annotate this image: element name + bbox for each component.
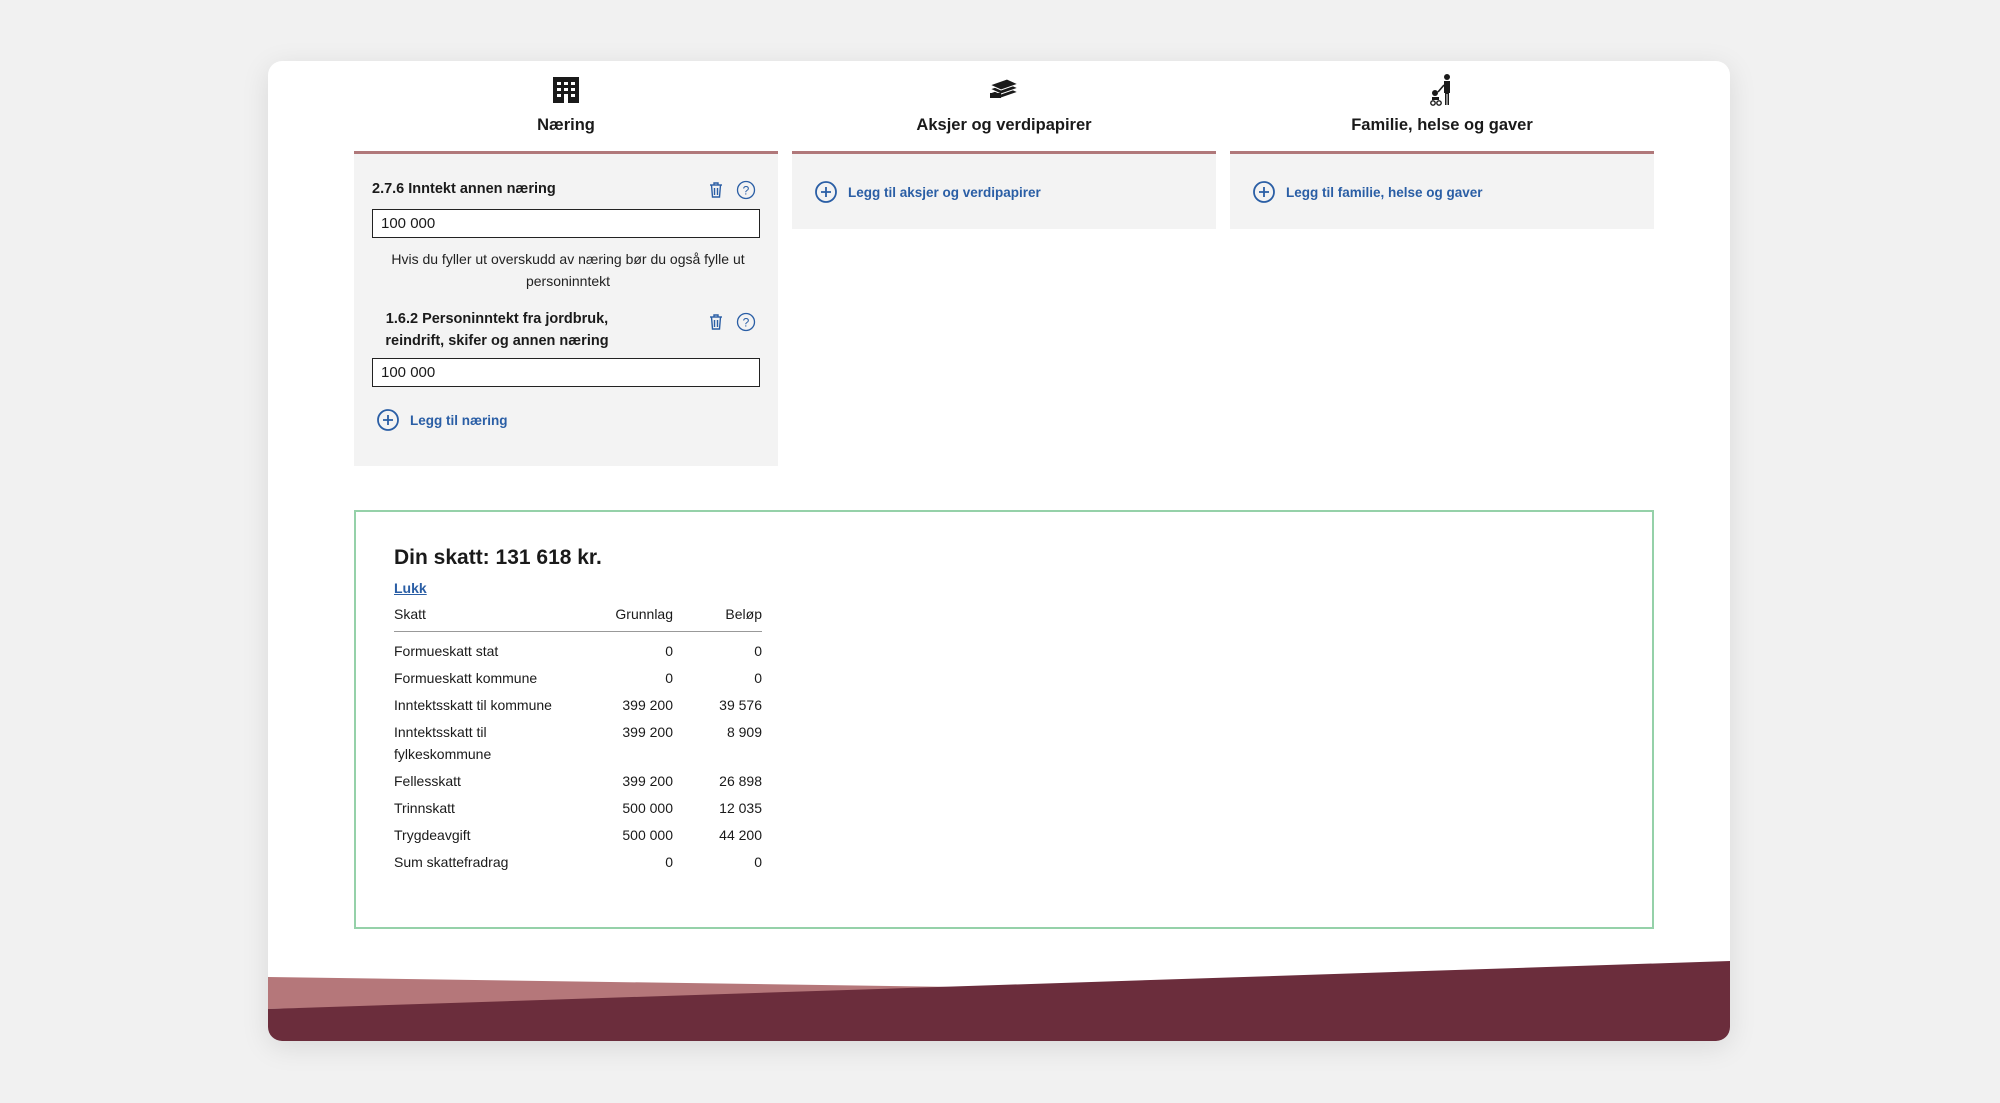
table-row: Fellesskatt 399 200 26 898 [394, 766, 762, 793]
building-icon [549, 73, 583, 107]
category-familie: Familie, helse og gaver Legg til familie… [1230, 61, 1654, 231]
tax-name: Inntektsskatt til fylkeskommune [394, 723, 492, 762]
app-card: Næring 2.7.6 Inntekt annen næring ? Hvis… [268, 61, 1730, 1041]
table-row: Formueskatt stat 0 0 [394, 631, 762, 663]
tax-base: 0 [665, 853, 673, 870]
tax-name: Sum skattefradrag [394, 853, 509, 870]
footer-decoration [268, 961, 1730, 1041]
add-label: Legg til aksjer og verdipapirer [848, 184, 1041, 200]
tax-name: Formueskatt stat [394, 642, 499, 659]
tax-base: 500 000 [622, 799, 673, 816]
aksjer-panel: Legg til aksjer og verdipapirer [792, 151, 1216, 229]
column-header-belop: Beløp [673, 604, 762, 632]
familie-panel: Legg til familie, helse og gaver [1230, 151, 1654, 229]
column-header-skatt: Skatt [394, 604, 584, 632]
plus-circle-icon [815, 181, 837, 203]
table-header-row: Skatt Grunnlag Beløp [394, 604, 762, 632]
field-label: 1.6.2 Personinntekt fra jordbruk, reindr… [385, 311, 609, 349]
table-row: Formueskatt kommune 0 0 [394, 663, 762, 690]
trash-icon[interactable] [706, 312, 726, 332]
tax-base: 399 200 [622, 772, 673, 789]
tax-base: 0 [665, 669, 673, 686]
help-icon[interactable]: ? [736, 312, 756, 332]
category-title: Aksjer og verdipapirer [916, 116, 1092, 134]
trash-icon[interactable] [706, 180, 726, 200]
category-title: Familie, helse og gaver [1351, 116, 1533, 134]
svg-text:?: ? [743, 184, 750, 198]
table-row: Trinnskatt 500 000 12 035 [394, 793, 762, 820]
tax-base: 399 200 [622, 696, 673, 713]
tax-amount: 26 898 [719, 772, 762, 789]
help-icon[interactable]: ? [736, 180, 756, 200]
add-familie-button[interactable]: Legg til familie, helse og gaver [1252, 180, 1483, 204]
family-icon [1425, 73, 1459, 107]
close-link[interactable]: Lukk [394, 580, 427, 596]
tax-amount: 0 [754, 853, 762, 870]
column-header-grunnlag: Grunnlag [584, 604, 673, 632]
field-actions: ? [706, 180, 756, 200]
table-row: Sum skattefradrag 0 0 [394, 847, 762, 874]
tax-name: Trinnskatt [394, 799, 455, 816]
field-label: 2.7.6 Inntekt annen næring [372, 181, 556, 197]
add-label: Legg til næring [410, 412, 508, 428]
field-actions: ? [706, 312, 756, 332]
tax-base: 399 200 [622, 723, 673, 740]
income-field[interactable] [372, 209, 760, 238]
personal-income-field[interactable] [372, 358, 760, 387]
category-aksjer: Aksjer og verdipapirer Legg til aksjer o… [792, 61, 1216, 231]
tax-amount: 8 909 [726, 723, 762, 740]
add-aksjer-button[interactable]: Legg til aksjer og verdipapirer [814, 180, 1041, 204]
tax-name: Inntektsskatt til kommune [394, 696, 552, 713]
help-text: Hvis du fyller ut overskudd av næring bø… [391, 251, 745, 289]
table-row: Inntektsskatt til fylkeskommune 399 200 … [394, 717, 762, 766]
tax-total-title: Din skatt: 131 618 kr. [394, 546, 602, 569]
tax-base: 500 000 [622, 826, 673, 843]
tax-amount: 0 [754, 642, 762, 659]
svg-text:?: ? [743, 316, 750, 330]
category-title: Næring [537, 116, 595, 134]
tax-name: Trygdeavgift [394, 826, 471, 843]
add-label: Legg til familie, helse og gaver [1286, 184, 1483, 200]
table-row: Trygdeavgift 500 000 44 200 [394, 820, 762, 847]
tax-name: Formueskatt kommune [394, 669, 538, 686]
table-row: Inntektsskatt til kommune 399 200 39 576 [394, 690, 762, 717]
tax-name: Fellesskatt [394, 772, 461, 789]
tax-amount: 12 035 [719, 799, 762, 816]
tax-result-panel: Din skatt: 131 618 kr. Lukk Skatt Grunnl… [354, 510, 1654, 929]
tax-amount: 44 200 [719, 826, 762, 843]
plus-circle-icon [377, 409, 399, 431]
plus-circle-icon [1253, 181, 1275, 203]
tax-table: Skatt Grunnlag Beløp Formueskatt stat 0 … [394, 604, 762, 874]
tax-base: 0 [665, 642, 673, 659]
add-naering-button[interactable]: Legg til næring [376, 408, 508, 432]
naering-panel: 2.7.6 Inntekt annen næring ? Hvis du fyl… [354, 151, 778, 466]
money-stack-icon [987, 73, 1021, 107]
tax-amount: 0 [754, 669, 762, 686]
tax-amount: 39 576 [719, 696, 762, 713]
category-naering: Næring 2.7.6 Inntekt annen næring ? Hvis… [354, 61, 778, 466]
